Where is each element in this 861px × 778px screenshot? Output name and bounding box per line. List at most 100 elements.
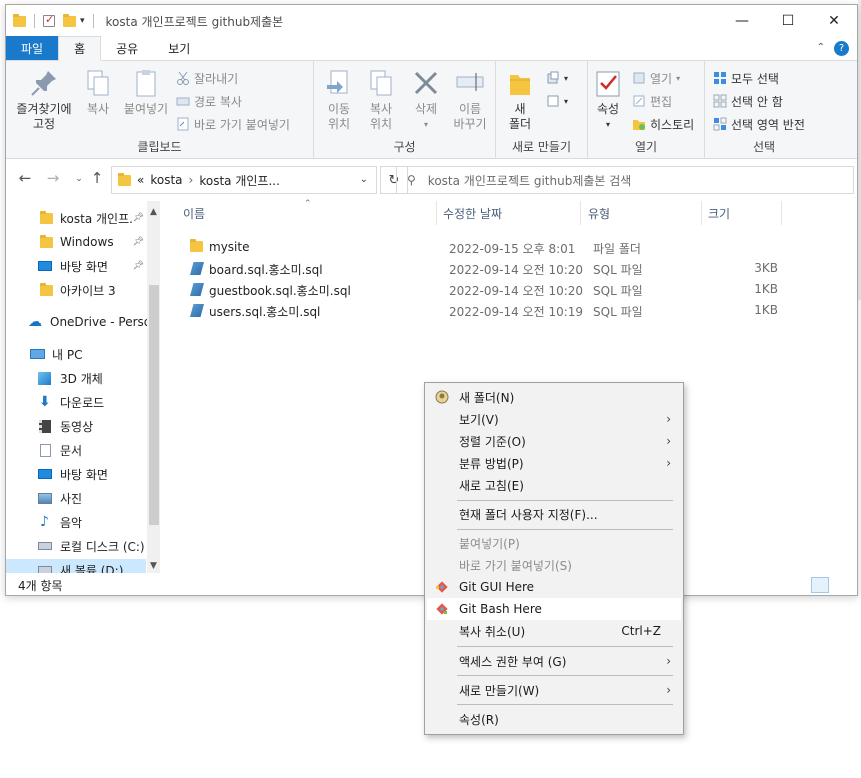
new-folder-icon[interactable] [63,13,76,27]
collapse-ribbon-icon[interactable]: ⌃ [817,42,825,53]
address-bar[interactable]: « kosta › kosta 개인프... ⌄ [111,166,377,194]
navigation-pane-scrollbar[interactable]: ▲ ▼ [147,201,160,573]
tab-view[interactable]: 보기 [153,36,205,60]
nav-item-desktop[interactable]: 바탕 화면 [6,463,146,485]
tab-file[interactable]: 파일 [6,36,59,60]
invert-selection-button[interactable]: 선택 영역 반전 [713,113,805,135]
column-header-name[interactable]: 이름 [183,201,205,225]
customize-toolbar-dropdown-icon[interactable]: ▾ [80,16,85,26]
menu-item-give-access[interactable]: 액세스 권한 부여 (G) › [427,650,681,672]
table-row[interactable]: guestbook.sql.홍소미.sql 2022-09-14 오전 10:2… [178,279,838,300]
git-bash-icon [435,602,449,616]
table-row[interactable]: board.sql.홍소미.sql 2022-09-14 오전 10:20 SQ… [178,258,838,279]
nav-item-downloads[interactable]: ⬇ 다운로드 [6,391,146,413]
select-all-button[interactable]: 모두 선택 [713,67,779,89]
nav-item-videos[interactable]: 동영상 [6,415,146,437]
nav-item-this-pc[interactable]: 내 PC [6,343,146,365]
select-none-button[interactable]: 선택 안 함 [713,90,783,112]
scroll-down-icon[interactable]: ▼ [147,561,160,571]
up-arrow-icon[interactable]: ↑ [86,169,108,187]
nav-item-documents[interactable]: 문서 [6,439,146,461]
table-row[interactable]: users.sql.홍소미.sql 2022-09-14 오전 10:19 SQ… [178,300,838,321]
paste-button[interactable]: 붙여넣기 [120,67,172,117]
nav-item-kosta-project[interactable]: kosta 개인프. 📌︎ [6,207,146,229]
history-button[interactable]: 히스토리 [632,113,694,135]
open-button[interactable]: 열기 ▾ [632,67,680,89]
menu-item-git-gui-here[interactable]: Git GUI Here [427,576,681,598]
easy-access-button[interactable]: ▾ [546,90,568,112]
menu-item-new[interactable]: 새로 만들기(W) › [427,679,681,701]
large-icons-view-icon[interactable] [831,577,849,593]
maximize-button[interactable]: ☐ [765,5,811,37]
nav-item-archive-3[interactable]: 아카이브 3 [6,279,146,301]
breadcrumb-overflow[interactable]: « [137,173,144,187]
table-row[interactable]: mysite 2022-09-15 오후 8:01 파일 폴더 [178,237,838,258]
nav-item-pictures[interactable]: 사진 [6,487,146,509]
nav-item-desktop-pinned[interactable]: 바탕 화면 📌︎ [6,255,146,277]
back-arrow-icon[interactable]: ← [14,169,36,187]
menu-item-customize-folder[interactable]: 현재 폴더 사용자 지정(F)... [427,503,681,525]
menu-item-new-folder[interactable]: 새 폴더(N) [427,386,681,408]
new-item-button[interactable]: ▾ [546,67,568,89]
column-separator[interactable] [781,201,782,225]
nav-item-label: 3D 개체 [60,371,103,386]
column-separator[interactable] [436,201,437,225]
copy-path-button[interactable]: 경로 복사 [176,90,242,112]
move-to-button[interactable]: 이동 위치 [320,67,358,132]
document-icon [40,443,51,457]
open-group: 속성 ▾ 열기 ▾ 편집 히스토리 열기 [588,61,705,159]
paste-shortcut-button[interactable]: 바로 가기 붙여넣기 [176,113,290,135]
nav-item-volume-d[interactable]: 새 볼륨 (D:) [6,559,146,573]
minimize-button[interactable]: — [719,5,765,37]
rename-button[interactable]: 이름 바꾸기 [450,67,490,132]
history-icon [632,117,646,131]
menu-item-sort-by[interactable]: 정렬 기준(O) › [427,430,681,452]
menu-item-refresh[interactable]: 새로 고침(E) [427,474,681,496]
column-header-size[interactable]: 크기 [708,201,730,225]
nav-item-3d-objects[interactable]: 3D 개체 [6,367,146,389]
copy-to-button[interactable]: 복사 위치 [362,67,400,132]
column-header-modified[interactable]: 수정한 날짜 [443,201,502,225]
breadcrumb-current[interactable]: kosta 개인프... [199,172,280,189]
menu-item-group-by[interactable]: 분류 방법(P) › [427,452,681,474]
menu-item-properties[interactable]: 속성(R) [427,708,681,730]
delete-dropdown-icon[interactable]: ▾ [410,117,442,132]
properties-icon[interactable] [43,13,55,27]
scroll-up-icon[interactable]: ▲ [147,207,160,217]
edit-button[interactable]: 편집 [632,90,672,112]
tab-share[interactable]: 공유 [101,36,153,60]
forward-arrow-icon[interactable]: → [42,169,64,187]
delete-button[interactable]: 삭제 ▾ [410,67,442,132]
pin-to-quick-access-button[interactable]: 즐겨찾기에 고정 [12,67,76,132]
scroll-thumb[interactable] [149,285,159,525]
tab-home[interactable]: 홈 [58,36,102,61]
properties-dropdown-icon[interactable]: ▾ [592,117,624,132]
column-separator[interactable] [580,201,581,225]
close-button[interactable]: ✕ [811,5,857,37]
breadcrumb-kosta[interactable]: kosta [150,173,182,187]
menu-item-label: 바로 가기 붙여넣기(S) [459,558,572,573]
nav-item-windows[interactable]: Windows 📌︎ [6,231,146,253]
chevron-right-icon: › [666,434,671,448]
column-separator[interactable] [701,201,702,225]
cut-button[interactable]: 잘라내기 [176,67,238,89]
pin-icon [28,67,60,99]
nav-item-local-disk-c[interactable]: 로컬 디스크 (C:) [6,535,146,557]
properties-button[interactable]: 속성 ▾ [592,67,624,132]
menu-separator [457,529,673,530]
new-folder-button[interactable]: 새 폴더 [502,67,538,132]
menu-item-view[interactable]: 보기(V) › [427,408,681,430]
divider [92,14,94,28]
menu-item-paste[interactable]: 붙여넣기(P) [427,532,681,554]
help-icon[interactable]: ? [834,41,849,56]
search-box[interactable]: ⚲ kosta 개인프로젝트 github제출본 검색 [396,166,854,194]
nav-item-onedrive[interactable]: ☁ OneDrive - Person [6,311,159,333]
nav-item-music[interactable]: ♪ 음악 [6,511,146,533]
menu-item-git-bash-here[interactable]: Git Bash Here [427,598,681,620]
address-dropdown-icon[interactable]: ⌄ [360,174,368,185]
details-view-icon[interactable] [811,577,829,593]
copy-button[interactable]: 복사 [78,67,118,117]
column-header-type[interactable]: 유형 [588,201,610,225]
menu-item-undo-copy[interactable]: 복사 취소(U) Ctrl+Z [427,620,681,642]
menu-item-paste-shortcut[interactable]: 바로 가기 붙여넣기(S) [427,554,681,576]
